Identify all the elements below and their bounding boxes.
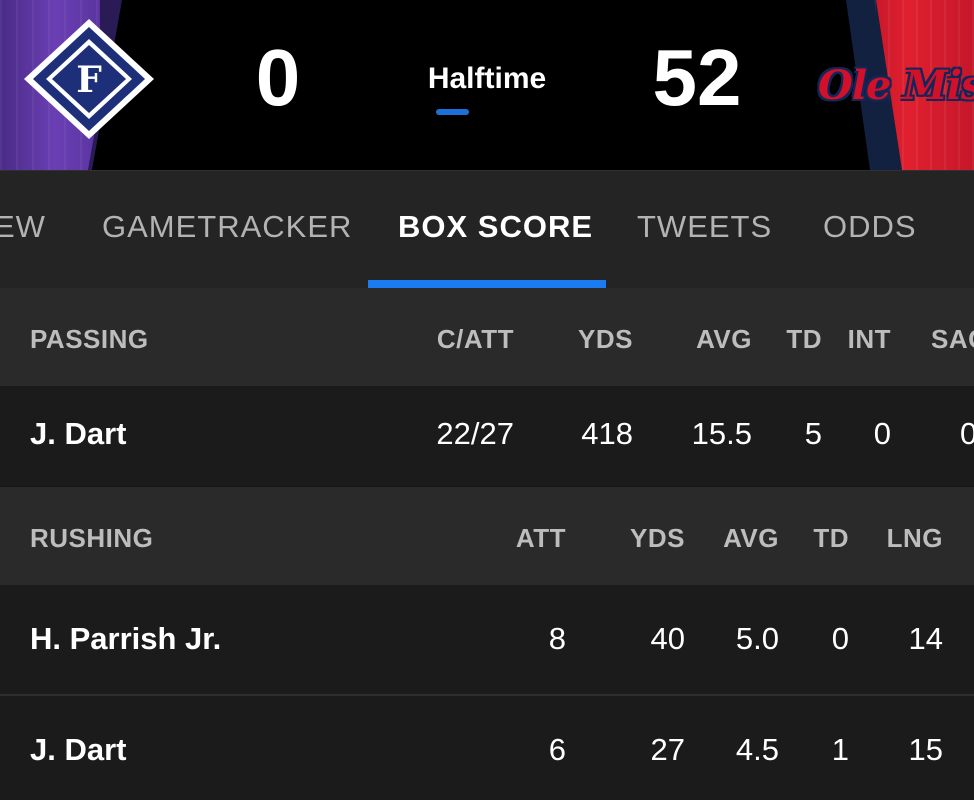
rushing-col-yds[interactable]: YDS — [605, 523, 685, 554]
rushing-col-att[interactable]: ATT — [486, 523, 566, 554]
passing-header-row: PASSING C/ATT YDS AVG TD INT SAC — [0, 288, 974, 386]
passing-avg-value: 15.5 — [691, 416, 752, 451]
passing-col-catt[interactable]: C/ATT — [414, 324, 514, 355]
rushing-section-title: RUSHING — [30, 523, 154, 553]
passing-catt-value: 22/27 — [436, 416, 514, 451]
player-name[interactable]: J. Dart — [30, 416, 126, 452]
tab-tweets[interactable]: TWEETS — [637, 209, 772, 245]
away-team-logo[interactable]: F — [22, 17, 156, 141]
rushing-yds-value: 40 — [650, 621, 685, 656]
player-name[interactable]: J. Dart — [30, 732, 126, 768]
rushing-td-value: 0 — [831, 621, 849, 656]
player-name[interactable]: H. Parrish Jr. — [30, 621, 221, 657]
rushing-avg-value: 5.0 — [735, 621, 779, 656]
game-tabs: EW GAMETRACKER BOX SCORE TWEETS ODDS — [0, 170, 974, 289]
passing-col-sac[interactable]: SAC — [931, 324, 974, 355]
passing-sac-value: 0 — [960, 416, 974, 451]
scoreboard: F 0 Halftime 52 Ole Miss — [0, 0, 974, 170]
tab-box-score[interactable]: BOX SCORE — [398, 209, 593, 245]
passing-section-title: PASSING — [30, 324, 149, 354]
table-row[interactable]: J. Dart 6 27 4.5 1 15 — [0, 696, 974, 800]
table-row[interactable]: J. Dart 22/27 418 15.5 5 0 0 — [0, 386, 974, 486]
game-status-indicator — [436, 109, 469, 115]
rushing-header-row: RUSHING ATT YDS AVG TD LNG — [0, 487, 974, 585]
passing-col-td[interactable]: TD — [772, 324, 822, 355]
rushing-yds-value: 27 — [650, 732, 685, 767]
tab-gametracker[interactable]: GAMETRACKER — [102, 209, 352, 245]
rushing-td-value: 1 — [831, 732, 849, 767]
passing-col-avg[interactable]: AVG — [672, 324, 752, 355]
away-score: 0 — [255, 33, 301, 122]
game-status: Halftime — [427, 62, 547, 95]
home-score: 52 — [652, 33, 742, 122]
rushing-col-td[interactable]: TD — [799, 523, 849, 554]
passing-yds-value: 418 — [581, 416, 633, 451]
rushing-lng-value: 14 — [908, 621, 943, 656]
tab-overview[interactable]: EW — [0, 209, 46, 245]
rushing-avg-value: 4.5 — [735, 732, 779, 767]
rushing-att-value: 6 — [548, 732, 566, 767]
away-team-logo-letter: F — [76, 59, 102, 101]
passing-col-yds[interactable]: YDS — [553, 324, 633, 355]
rushing-lng-value: 15 — [908, 732, 943, 767]
passing-td-value: 5 — [804, 416, 822, 451]
table-row[interactable]: H. Parrish Jr. 8 40 5.0 0 14 — [0, 585, 974, 694]
passing-int-value: 0 — [873, 416, 891, 451]
rushing-col-lng[interactable]: LNG — [873, 523, 943, 554]
rushing-col-avg[interactable]: AVG — [699, 523, 779, 554]
home-team-logo[interactable]: Ole Miss — [818, 62, 974, 109]
tab-odds[interactable]: ODDS — [823, 209, 917, 245]
passing-col-int[interactable]: INT — [841, 324, 891, 355]
rushing-att-value: 8 — [548, 621, 566, 656]
